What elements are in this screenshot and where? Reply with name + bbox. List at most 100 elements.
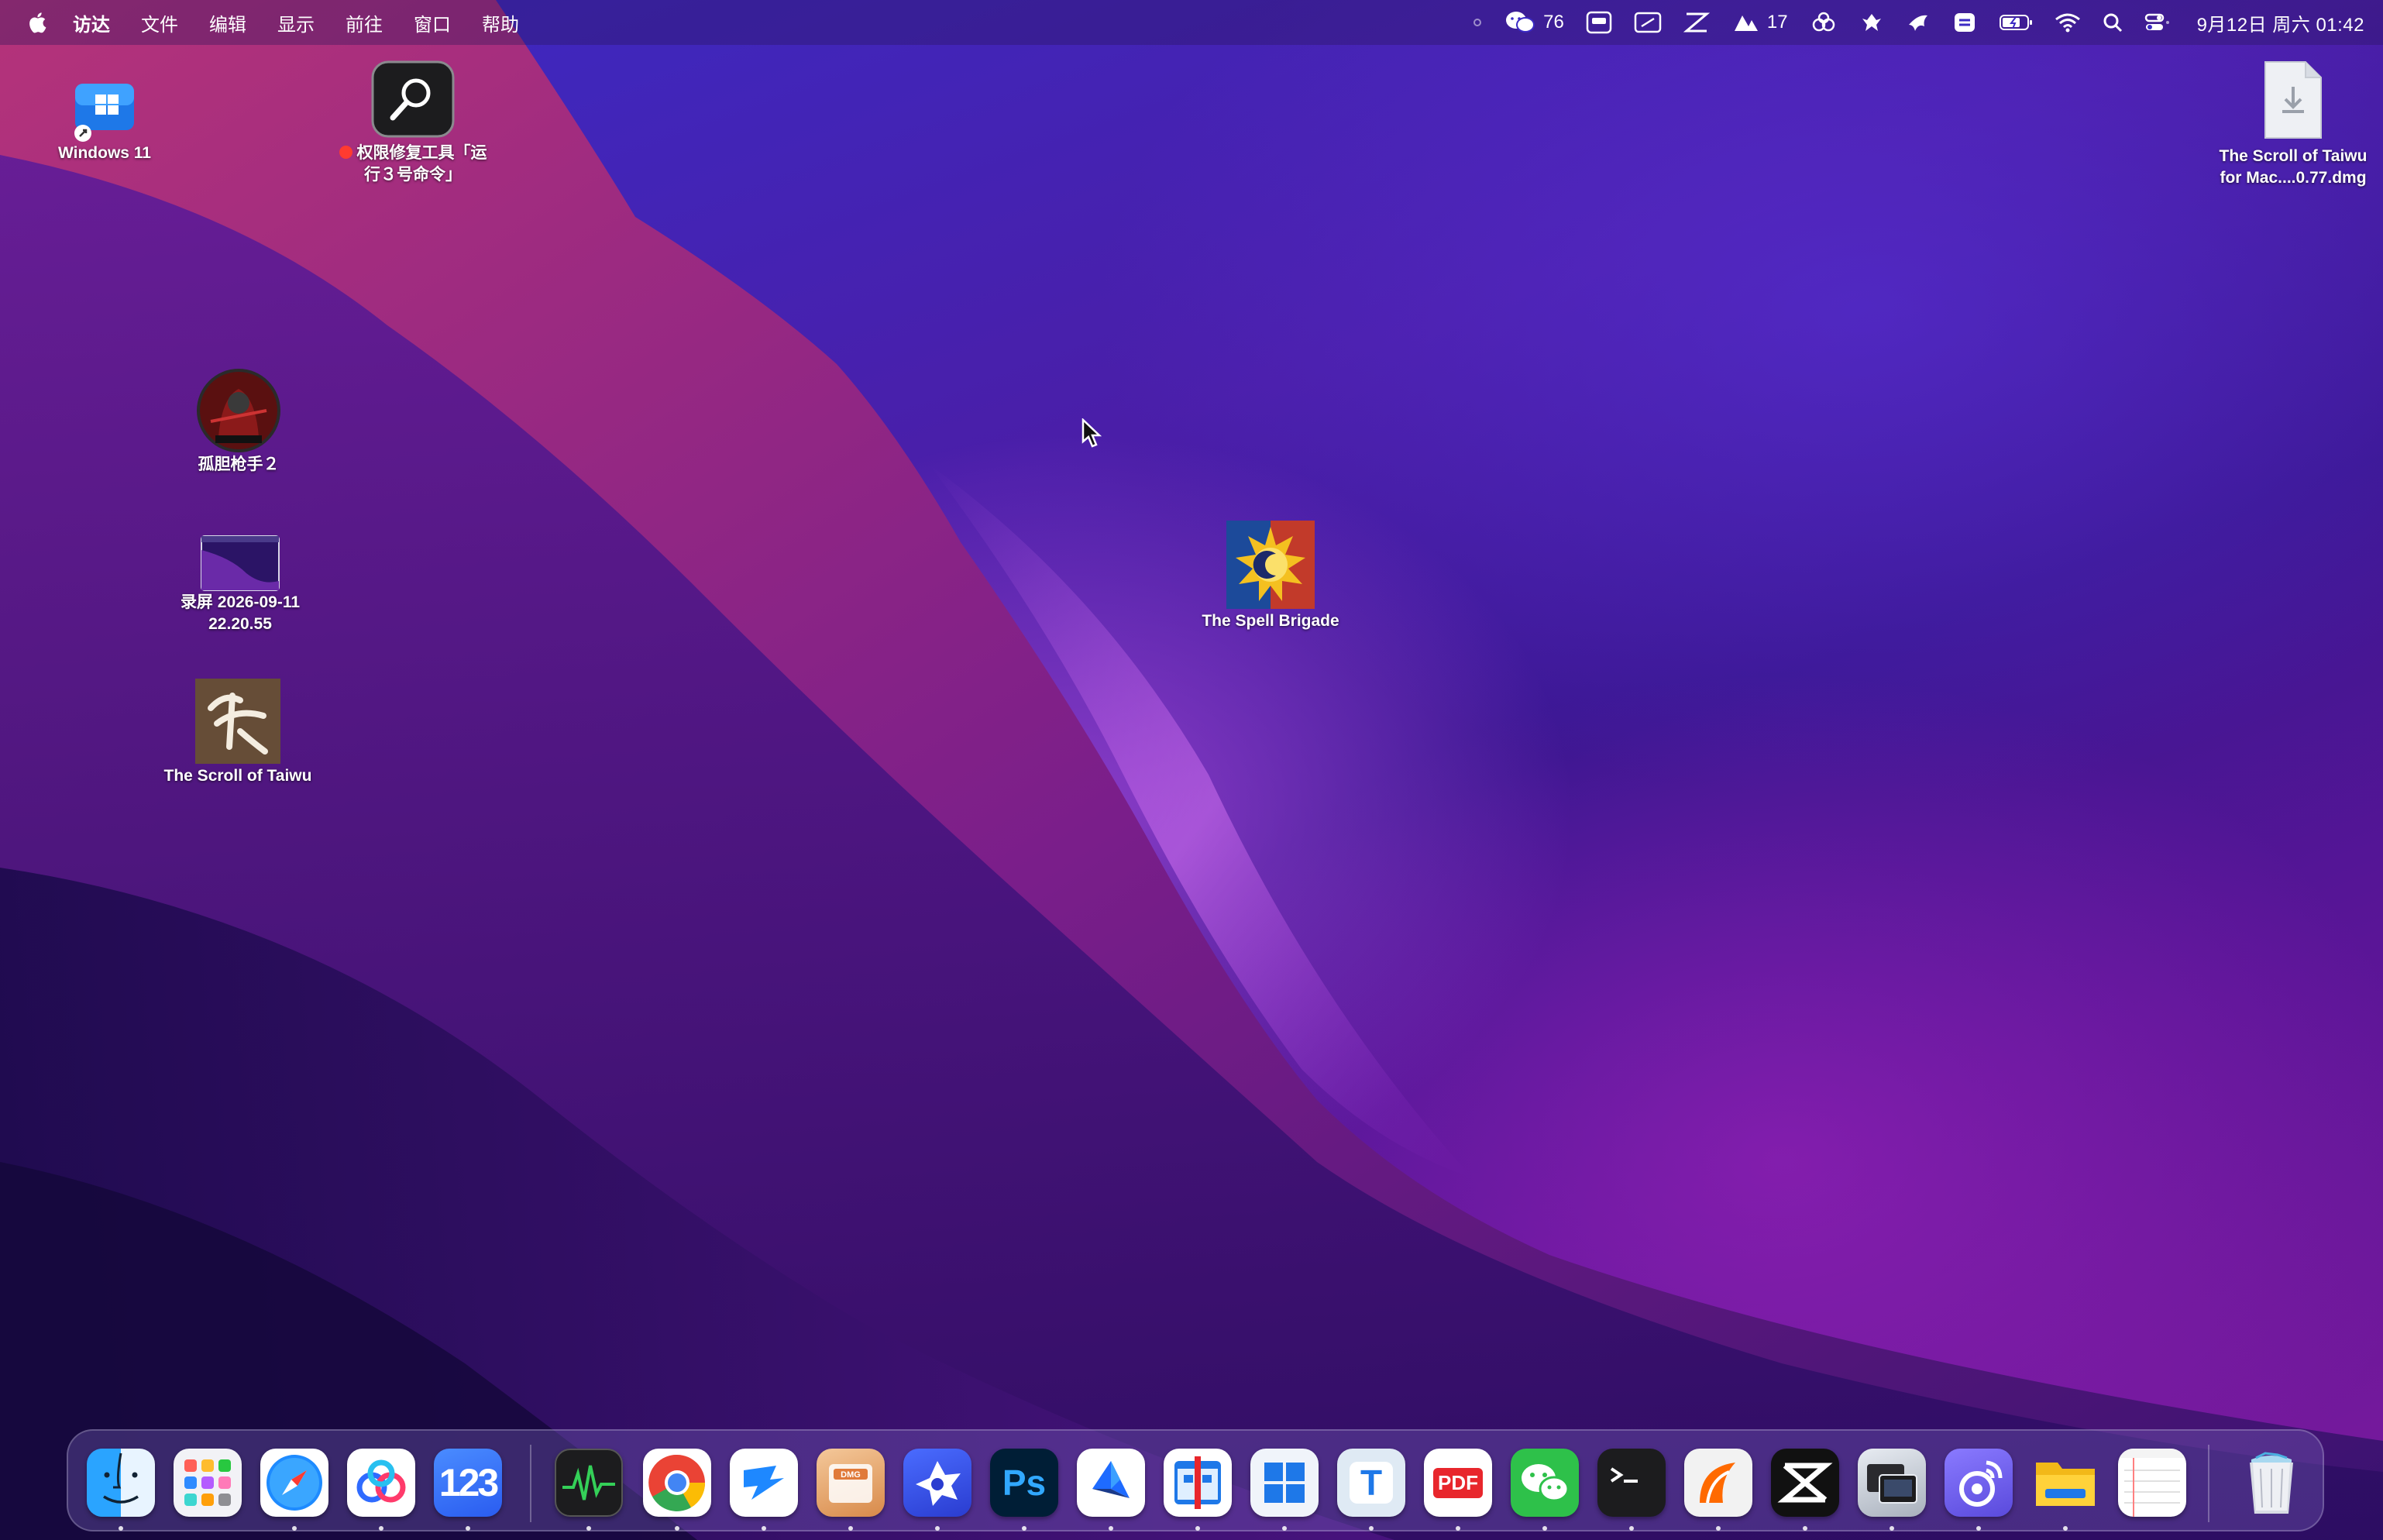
feishu-running-dot xyxy=(1109,1526,1113,1531)
desktop-icon-recording[interactable]: 录屏 2026-09-11 22.20.55 xyxy=(155,535,325,635)
control-center-icon[interactable] xyxy=(2144,0,2171,45)
wechat-icon[interactable] xyxy=(1511,1449,1579,1517)
weibo-running-dot xyxy=(1976,1526,1981,1531)
weibo-icon[interactable] xyxy=(1945,1449,2013,1517)
chrome-running-dot xyxy=(675,1526,679,1531)
menu-view[interactable]: 显示 xyxy=(277,9,315,36)
desktop-label-repair-tool-line1: 权限修复工具「运 xyxy=(356,144,487,162)
baidu-netdisk-running-dot xyxy=(379,1526,383,1531)
screens-running-dot xyxy=(1890,1526,1894,1531)
parallels-running-dot xyxy=(1195,1526,1200,1531)
trash-icon[interactable] xyxy=(2237,1449,2306,1517)
safari-running-dot xyxy=(292,1526,297,1531)
menu-file[interactable]: 文件 xyxy=(141,9,178,36)
dot-indicator-icon[interactable] xyxy=(1472,0,1483,45)
chrome-icon[interactable] xyxy=(643,1449,711,1517)
windows-app-icon[interactable] xyxy=(1250,1449,1319,1517)
linkedin-sales-running-dot xyxy=(1716,1526,1721,1531)
spell-brigade-icon xyxy=(1225,519,1316,610)
desktop-icon-repair-tool[interactable]: 权限修复工具「运 行３号命令」 xyxy=(325,60,500,186)
link-status-icon[interactable] xyxy=(1810,0,1838,45)
sunflower-running-dot xyxy=(935,1526,940,1531)
wechat-running-dot xyxy=(1542,1526,1547,1531)
scroll-of-taiwu-icon xyxy=(194,677,282,765)
desktop-icon-windows11[interactable]: Windows 11 xyxy=(39,77,170,164)
mouse-cursor-icon xyxy=(1081,418,1102,453)
sunflower-icon[interactable] xyxy=(903,1449,971,1517)
users-count: 17 xyxy=(1766,12,1788,33)
finder-icon[interactable] xyxy=(87,1449,155,1517)
desktop-icon-dmg-file[interactable]: The Scroll of Taiwu for Mac....0.77.dmg xyxy=(2206,60,2380,189)
finder-running-dot xyxy=(119,1526,123,1531)
launchpad-icon[interactable] xyxy=(174,1449,242,1517)
desktop-label-dmg-line2: for Mac....0.77.dmg xyxy=(2220,169,2367,187)
menu-window[interactable]: 窗口 xyxy=(414,9,451,36)
dmg-canvas-label: DMG xyxy=(841,1470,861,1480)
desktop-icon-scroll-of-taiwu[interactable]: The Scroll of Taiwu xyxy=(152,677,324,787)
safari-icon[interactable] xyxy=(260,1449,328,1517)
menu-help[interactable]: 帮助 xyxy=(482,9,519,36)
123-pan-icon[interactable]: 123 xyxy=(434,1449,502,1517)
teamviewer-icon[interactable] xyxy=(730,1449,798,1517)
photoshop-icon[interactable]: Ps xyxy=(990,1449,1058,1517)
spotlight-search-icon[interactable] xyxy=(2103,0,2123,45)
folder-running-dot xyxy=(2063,1526,2068,1531)
pdf-expert-label: PDF xyxy=(1433,1467,1483,1498)
apple-menu-icon[interactable] xyxy=(22,0,53,45)
desktop-label-windows11: Windows 11 xyxy=(57,144,151,162)
typora-icon[interactable]: T xyxy=(1337,1449,1405,1517)
wifi-icon[interactable] xyxy=(2055,0,2081,45)
teamviewer-running-dot xyxy=(762,1526,766,1531)
screens-icon[interactable] xyxy=(1858,1449,1926,1517)
desktop-label-lone-gunner: 孤胆枪手２ xyxy=(198,455,280,473)
menu-go[interactable]: 前往 xyxy=(346,9,383,36)
menu-bar: 访达 文件 编辑 显示 前往 窗口 帮助 76 17 9月12日 周六 01:4… xyxy=(0,0,2383,45)
menu-app-name[interactable]: 访达 xyxy=(73,9,110,36)
bird-status-icon[interactable] xyxy=(1906,0,1931,45)
sync-status-icon[interactable] xyxy=(1952,0,1977,45)
capcut-running-dot xyxy=(1803,1526,1807,1531)
typora-running-dot xyxy=(1369,1526,1374,1531)
desktop-label-spell-brigade: The Spell Brigade xyxy=(1202,612,1339,630)
123-pan-running-dot xyxy=(466,1526,470,1531)
red-tag-icon xyxy=(339,146,352,159)
menubar-clock[interactable]: 9月12日 周六 01:42 xyxy=(2197,9,2364,36)
menu-edit[interactable]: 编辑 xyxy=(209,9,246,36)
wechat-count: 76 xyxy=(1543,12,1564,33)
feishu-icon[interactable] xyxy=(1077,1449,1145,1517)
capcut-status-icon[interactable] xyxy=(1683,0,1710,45)
dock-separator-trash xyxy=(2208,1445,2209,1522)
screen-status-icon[interactable] xyxy=(1634,0,1662,45)
folder-icon[interactable] xyxy=(2031,1449,2099,1517)
desktop-label-repair-tool-line2: 行３号命令」 xyxy=(364,166,462,184)
123-pan-label: 123 xyxy=(438,1461,499,1504)
parallels-icon[interactable] xyxy=(1164,1449,1232,1517)
wechat-status-icon[interactable]: 76 xyxy=(1504,0,1564,45)
disk-status-icon[interactable] xyxy=(1586,0,1612,45)
pinwheel-status-icon[interactable] xyxy=(1859,0,1884,45)
windows-app-icon xyxy=(72,77,137,143)
users-status-icon[interactable]: 17 xyxy=(1731,0,1788,45)
notes-icon[interactable] xyxy=(2118,1449,2186,1517)
linkedin-sales-icon[interactable] xyxy=(1684,1449,1752,1517)
capcut-icon[interactable] xyxy=(1771,1449,1839,1517)
battery-icon[interactable] xyxy=(1999,0,2033,45)
terminal-icon[interactable] xyxy=(1597,1449,1666,1517)
desktop-label-recording-line1: 录屏 2026-09-11 xyxy=(180,593,301,611)
dmg-canvas-icon[interactable]: DMG xyxy=(817,1449,885,1517)
lone-gunner-icon xyxy=(195,367,282,454)
typora-label: T xyxy=(1349,1462,1394,1504)
desktop-icon-spell-brigade[interactable]: The Spell Brigade xyxy=(1178,519,1363,632)
desktop-icon-lone-gunner[interactable]: 孤胆枪手２ xyxy=(169,367,308,476)
desktop-wallpaper xyxy=(0,0,2383,1540)
baidu-netdisk-icon[interactable] xyxy=(347,1449,415,1517)
activity-monitor-running-dot xyxy=(586,1526,591,1531)
photoshop-label: Ps xyxy=(1002,1463,1047,1503)
terminal-running-dot xyxy=(1629,1526,1634,1531)
photoshop-running-dot xyxy=(1022,1526,1026,1531)
activity-monitor-icon[interactable] xyxy=(555,1449,623,1517)
wrench-icon xyxy=(370,60,456,139)
pdf-expert-icon[interactable]: PDF xyxy=(1424,1449,1492,1517)
desktop-label-recording-line2: 22.20.55 xyxy=(208,615,272,633)
desktop-label-dmg-line1: The Scroll of Taiwu xyxy=(2219,147,2368,165)
